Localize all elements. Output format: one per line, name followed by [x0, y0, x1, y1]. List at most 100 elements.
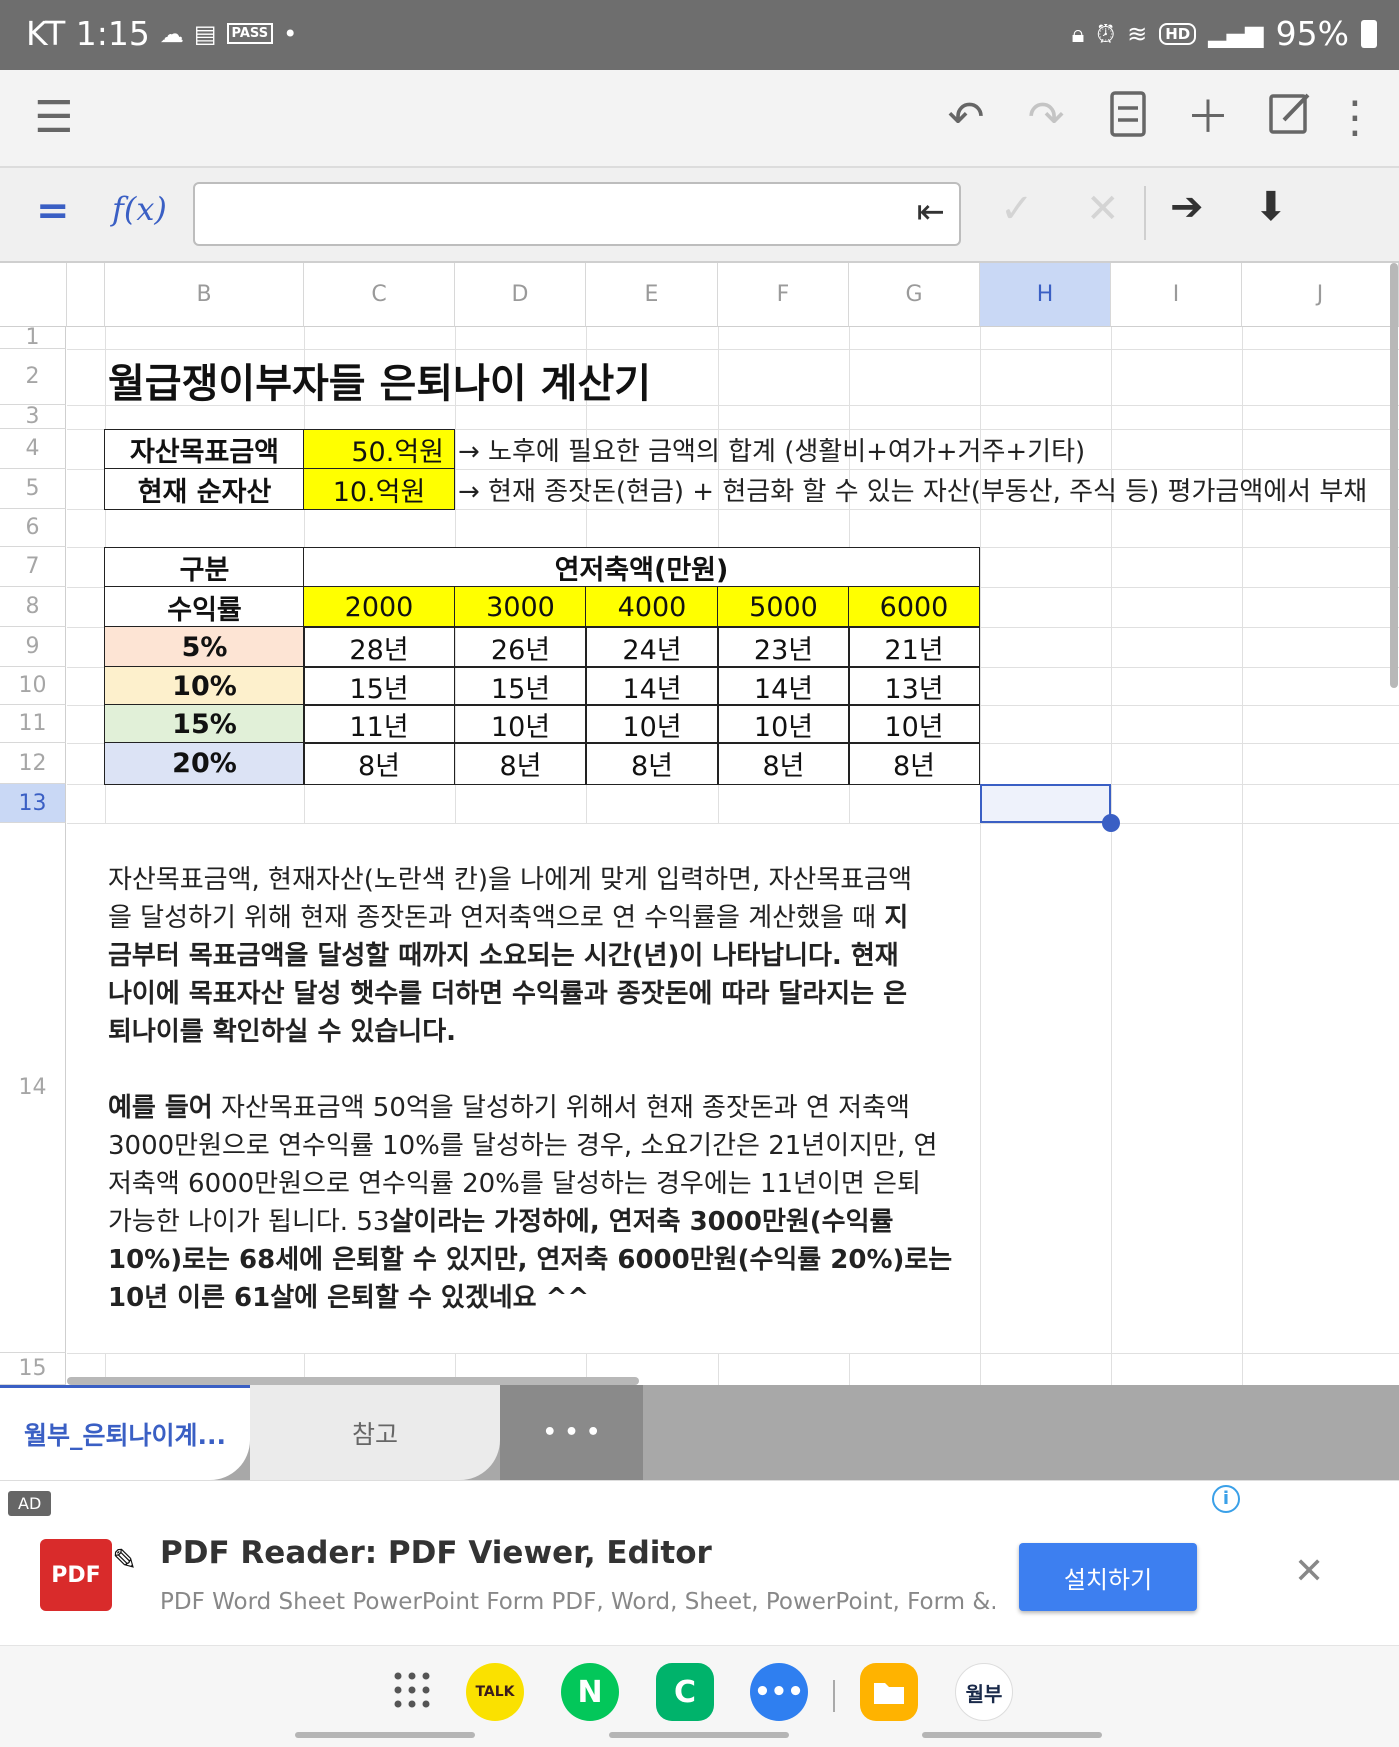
- column-header-b[interactable]: B: [105, 263, 304, 327]
- years-cell[interactable]: 8년: [848, 742, 980, 785]
- rate-cell-15[interactable]: 15%: [104, 704, 305, 744]
- table-corner-bottom[interactable]: 수익률: [104, 586, 305, 628]
- savings-6000[interactable]: 6000: [848, 586, 980, 628]
- kakaotalk-icon[interactable]: TALK: [466, 1663, 524, 1721]
- more-icon[interactable]: ⋮: [1333, 90, 1377, 146]
- column-header-i[interactable]: I: [1111, 263, 1242, 327]
- cancel-icon[interactable]: ✕: [1086, 186, 1120, 232]
- enter-icon[interactable]: ⇤: [917, 192, 946, 232]
- column-header-f[interactable]: F: [718, 263, 849, 327]
- row-header-9[interactable]: 9: [0, 627, 66, 667]
- nav-back-bar[interactable]: [922, 1732, 1102, 1738]
- confirm-icon[interactable]: ✓: [1000, 186, 1034, 232]
- edit-icon[interactable]: [1262, 90, 1318, 146]
- target-value-cell[interactable]: 50.억원: [303, 429, 455, 470]
- savings-3000[interactable]: 3000: [454, 586, 587, 628]
- row-header-3[interactable]: 3: [0, 405, 66, 429]
- column-header-e[interactable]: E: [586, 263, 718, 327]
- row-header-5[interactable]: 5: [0, 469, 66, 509]
- menu-icon[interactable]: ☰: [26, 90, 82, 146]
- column-header-g[interactable]: G: [849, 263, 980, 327]
- years-cell[interactable]: 8년: [303, 742, 455, 785]
- years-cell[interactable]: 28년: [303, 626, 455, 668]
- folder-icon[interactable]: [860, 1663, 918, 1721]
- savings-2000[interactable]: 2000: [303, 586, 455, 628]
- row-header-12[interactable]: 12: [0, 743, 66, 784]
- selection-handle[interactable]: [1102, 814, 1120, 832]
- formula-input[interactable]: ⇤: [193, 182, 961, 246]
- savings-4000[interactable]: 4000: [585, 586, 719, 628]
- column-header-c[interactable]: C: [304, 263, 455, 327]
- column-header-h[interactable]: H: [980, 263, 1111, 327]
- spreadsheet-grid[interactable]: B C D E F G H I J 1 2 3 4 5 6 7 8 9 10 1…: [0, 263, 1399, 1385]
- row-header-10[interactable]: 10: [0, 667, 66, 705]
- c-app-icon[interactable]: C: [656, 1663, 714, 1721]
- years-cell[interactable]: 13년: [848, 666, 980, 706]
- row-header-14[interactable]: 14: [0, 823, 66, 1353]
- naver-icon[interactable]: N: [561, 1663, 619, 1721]
- years-cell[interactable]: 8년: [454, 742, 587, 785]
- vertical-scrollbar[interactable]: [1390, 263, 1398, 688]
- current-note[interactable]: → 현재 종잣돈(현금) + 현금화 할 수 있는 자산(부동산, 주식 등) …: [458, 471, 1367, 508]
- ad-title[interactable]: PDF Reader: PDF Viewer, Editor: [160, 1535, 712, 1571]
- years-cell[interactable]: 11년: [303, 704, 455, 744]
- years-cell[interactable]: 10년: [717, 704, 850, 744]
- years-cell[interactable]: 14년: [717, 666, 850, 706]
- tab-active-sheet[interactable]: 월부_은퇴나이계...: [0, 1385, 250, 1480]
- savings-5000[interactable]: 5000: [717, 586, 850, 628]
- move-right-icon[interactable]: ➔: [1170, 184, 1204, 230]
- table-corner-top[interactable]: 구분: [104, 547, 305, 588]
- rate-cell-20[interactable]: 20%: [104, 742, 305, 785]
- move-down-icon[interactable]: ⬇: [1254, 184, 1288, 230]
- years-cell[interactable]: 15년: [454, 666, 587, 706]
- nav-home-bar[interactable]: [609, 1732, 789, 1738]
- years-cell[interactable]: 26년: [454, 626, 587, 668]
- equals-icon[interactable]: =: [36, 188, 70, 234]
- selected-cell-h13[interactable]: [980, 784, 1111, 823]
- fx-icon[interactable]: f(x): [112, 190, 167, 228]
- sheet-icon[interactable]: [1100, 90, 1156, 146]
- sheet-title[interactable]: 월급쟁이부자들 은퇴나이 계산기: [108, 351, 651, 409]
- row-header-11[interactable]: 11: [0, 705, 66, 743]
- row-header-8[interactable]: 8: [0, 587, 66, 627]
- app-grid-icon[interactable]: [392, 1670, 432, 1710]
- target-label-cell[interactable]: 자산목표금액: [104, 429, 305, 470]
- close-ad-icon[interactable]: ✕: [1294, 1551, 1324, 1592]
- savings-header[interactable]: 연저축액(만원): [303, 547, 980, 588]
- pdf-app-icon[interactable]: PDF: [40, 1539, 112, 1611]
- years-cell[interactable]: 24년: [585, 626, 719, 668]
- ad-subtitle[interactable]: PDF Word Sheet PowerPoint Form PDF, Word…: [160, 1589, 995, 1615]
- years-cell[interactable]: 14년: [585, 666, 719, 706]
- years-cell[interactable]: 15년: [303, 666, 455, 706]
- row-header-7[interactable]: 7: [0, 547, 66, 587]
- row-header-13[interactable]: 13: [0, 784, 66, 823]
- current-label-cell[interactable]: 현재 순자산: [104, 468, 305, 510]
- years-cell[interactable]: 10년: [585, 704, 719, 744]
- row-header-4[interactable]: 4: [0, 429, 66, 469]
- target-note[interactable]: → 노후에 필요한 금액의 합계 (생활비+여가+거주+기타): [458, 431, 1085, 468]
- horizontal-scrollbar[interactable]: [67, 1377, 639, 1385]
- column-header-d[interactable]: D: [455, 263, 586, 327]
- corner-cell[interactable]: [0, 263, 67, 327]
- row-header-6[interactable]: 6: [0, 509, 66, 547]
- years-cell[interactable]: 8년: [585, 742, 719, 785]
- nav-recents-bar[interactable]: [295, 1732, 475, 1738]
- row-header-1[interactable]: 1: [0, 327, 66, 349]
- years-cell[interactable]: 8년: [717, 742, 850, 785]
- info-icon[interactable]: i: [1212, 1485, 1240, 1513]
- redo-icon[interactable]: ↷: [1018, 90, 1074, 146]
- undo-icon[interactable]: ↶: [938, 90, 994, 146]
- years-cell[interactable]: 10년: [848, 704, 980, 744]
- current-value-cell[interactable]: 10.억원: [303, 468, 455, 510]
- column-header-j[interactable]: J: [1242, 263, 1399, 327]
- messages-icon[interactable]: •••: [750, 1663, 808, 1721]
- tab-reference[interactable]: 참고: [250, 1385, 500, 1480]
- wolbu-icon[interactable]: 월부: [955, 1663, 1013, 1721]
- tab-more[interactable]: • • •: [500, 1385, 643, 1480]
- years-cell[interactable]: 21년: [848, 626, 980, 668]
- install-button[interactable]: 설치하기: [1019, 1543, 1197, 1611]
- rate-cell-10[interactable]: 10%: [104, 666, 305, 706]
- years-cell[interactable]: 23년: [717, 626, 850, 668]
- add-icon[interactable]: ＋: [1180, 90, 1236, 146]
- row-header-2[interactable]: 2: [0, 349, 66, 405]
